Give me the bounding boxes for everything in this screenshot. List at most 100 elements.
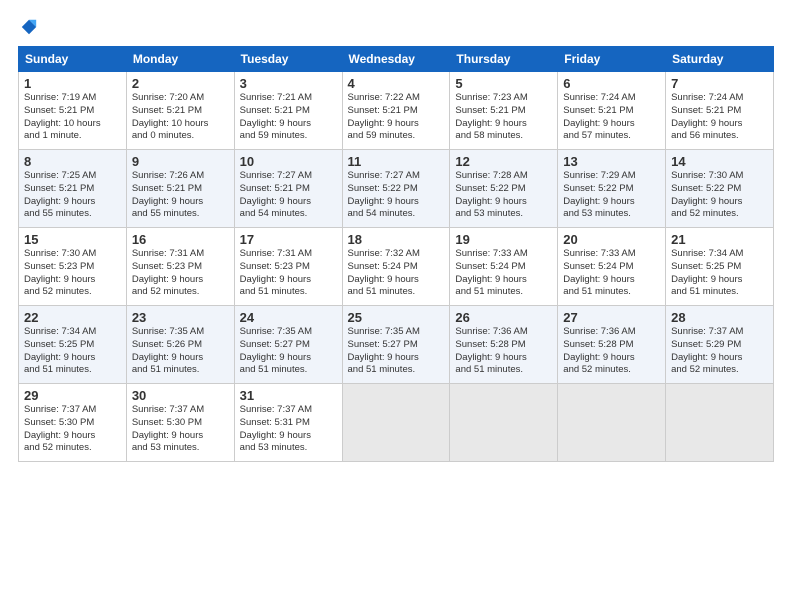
- day-info: Sunrise: 7:27 AM Sunset: 5:21 PM Dayligh…: [240, 170, 337, 221]
- day-number: 4: [348, 76, 445, 91]
- calendar-cell: 18Sunrise: 7:32 AM Sunset: 5:24 PM Dayli…: [342, 228, 450, 306]
- calendar-cell: [558, 384, 666, 462]
- calendar-cell: 20Sunrise: 7:33 AM Sunset: 5:24 PM Dayli…: [558, 228, 666, 306]
- day-number: 20: [563, 232, 660, 247]
- calendar-cell: 13Sunrise: 7:29 AM Sunset: 5:22 PM Dayli…: [558, 150, 666, 228]
- calendar-week-2: 8Sunrise: 7:25 AM Sunset: 5:21 PM Daylig…: [19, 150, 774, 228]
- day-info: Sunrise: 7:27 AM Sunset: 5:22 PM Dayligh…: [348, 170, 445, 221]
- day-info: Sunrise: 7:37 AM Sunset: 5:30 PM Dayligh…: [24, 404, 121, 455]
- day-number: 29: [24, 388, 121, 403]
- day-number: 30: [132, 388, 229, 403]
- day-info: Sunrise: 7:24 AM Sunset: 5:21 PM Dayligh…: [671, 92, 768, 143]
- day-info: Sunrise: 7:37 AM Sunset: 5:30 PM Dayligh…: [132, 404, 229, 455]
- calendar-cell: 2Sunrise: 7:20 AM Sunset: 5:21 PM Daylig…: [126, 72, 234, 150]
- calendar-cell: 3Sunrise: 7:21 AM Sunset: 5:21 PM Daylig…: [234, 72, 342, 150]
- calendar-cell: 8Sunrise: 7:25 AM Sunset: 5:21 PM Daylig…: [19, 150, 127, 228]
- day-number: 19: [455, 232, 552, 247]
- calendar-cell: [342, 384, 450, 462]
- day-number: 2: [132, 76, 229, 91]
- day-number: 25: [348, 310, 445, 325]
- calendar-cell: 27Sunrise: 7:36 AM Sunset: 5:28 PM Dayli…: [558, 306, 666, 384]
- day-number: 6: [563, 76, 660, 91]
- day-info: Sunrise: 7:25 AM Sunset: 5:21 PM Dayligh…: [24, 170, 121, 221]
- day-info: Sunrise: 7:23 AM Sunset: 5:21 PM Dayligh…: [455, 92, 552, 143]
- day-info: Sunrise: 7:31 AM Sunset: 5:23 PM Dayligh…: [240, 248, 337, 299]
- day-info: Sunrise: 7:26 AM Sunset: 5:21 PM Dayligh…: [132, 170, 229, 221]
- day-info: Sunrise: 7:34 AM Sunset: 5:25 PM Dayligh…: [671, 248, 768, 299]
- calendar-cell: 5Sunrise: 7:23 AM Sunset: 5:21 PM Daylig…: [450, 72, 558, 150]
- calendar-cell: 29Sunrise: 7:37 AM Sunset: 5:30 PM Dayli…: [19, 384, 127, 462]
- day-info: Sunrise: 7:30 AM Sunset: 5:22 PM Dayligh…: [671, 170, 768, 221]
- calendar-cell: 9Sunrise: 7:26 AM Sunset: 5:21 PM Daylig…: [126, 150, 234, 228]
- day-number: 7: [671, 76, 768, 91]
- day-number: 9: [132, 154, 229, 169]
- day-info: Sunrise: 7:20 AM Sunset: 5:21 PM Dayligh…: [132, 92, 229, 143]
- calendar-week-4: 22Sunrise: 7:34 AM Sunset: 5:25 PM Dayli…: [19, 306, 774, 384]
- calendar-cell: 22Sunrise: 7:34 AM Sunset: 5:25 PM Dayli…: [19, 306, 127, 384]
- day-number: 16: [132, 232, 229, 247]
- day-number: 26: [455, 310, 552, 325]
- day-number: 17: [240, 232, 337, 247]
- column-header-friday: Friday: [558, 47, 666, 72]
- day-info: Sunrise: 7:36 AM Sunset: 5:28 PM Dayligh…: [455, 326, 552, 377]
- day-number: 8: [24, 154, 121, 169]
- column-header-wednesday: Wednesday: [342, 47, 450, 72]
- calendar-cell: 25Sunrise: 7:35 AM Sunset: 5:27 PM Dayli…: [342, 306, 450, 384]
- column-header-thursday: Thursday: [450, 47, 558, 72]
- day-info: Sunrise: 7:37 AM Sunset: 5:29 PM Dayligh…: [671, 326, 768, 377]
- calendar-week-1: 1Sunrise: 7:19 AM Sunset: 5:21 PM Daylig…: [19, 72, 774, 150]
- calendar-cell: 12Sunrise: 7:28 AM Sunset: 5:22 PM Dayli…: [450, 150, 558, 228]
- column-header-tuesday: Tuesday: [234, 47, 342, 72]
- page: SundayMondayTuesdayWednesdayThursdayFrid…: [0, 0, 792, 472]
- day-number: 27: [563, 310, 660, 325]
- day-info: Sunrise: 7:35 AM Sunset: 5:27 PM Dayligh…: [240, 326, 337, 377]
- day-info: Sunrise: 7:33 AM Sunset: 5:24 PM Dayligh…: [563, 248, 660, 299]
- day-info: Sunrise: 7:19 AM Sunset: 5:21 PM Dayligh…: [24, 92, 121, 143]
- day-number: 1: [24, 76, 121, 91]
- calendar-cell: 26Sunrise: 7:36 AM Sunset: 5:28 PM Dayli…: [450, 306, 558, 384]
- day-number: 10: [240, 154, 337, 169]
- day-number: 14: [671, 154, 768, 169]
- day-info: Sunrise: 7:21 AM Sunset: 5:21 PM Dayligh…: [240, 92, 337, 143]
- calendar-cell: 31Sunrise: 7:37 AM Sunset: 5:31 PM Dayli…: [234, 384, 342, 462]
- day-number: 28: [671, 310, 768, 325]
- calendar-cell: 11Sunrise: 7:27 AM Sunset: 5:22 PM Dayli…: [342, 150, 450, 228]
- calendar-header-row: SundayMondayTuesdayWednesdayThursdayFrid…: [19, 47, 774, 72]
- calendar-cell: 19Sunrise: 7:33 AM Sunset: 5:24 PM Dayli…: [450, 228, 558, 306]
- day-info: Sunrise: 7:24 AM Sunset: 5:21 PM Dayligh…: [563, 92, 660, 143]
- calendar-cell: 28Sunrise: 7:37 AM Sunset: 5:29 PM Dayli…: [666, 306, 774, 384]
- day-number: 24: [240, 310, 337, 325]
- day-number: 12: [455, 154, 552, 169]
- column-header-sunday: Sunday: [19, 47, 127, 72]
- calendar-cell: [666, 384, 774, 462]
- calendar-cell: 16Sunrise: 7:31 AM Sunset: 5:23 PM Dayli…: [126, 228, 234, 306]
- day-info: Sunrise: 7:28 AM Sunset: 5:22 PM Dayligh…: [455, 170, 552, 221]
- calendar-cell: 14Sunrise: 7:30 AM Sunset: 5:22 PM Dayli…: [666, 150, 774, 228]
- day-info: Sunrise: 7:36 AM Sunset: 5:28 PM Dayligh…: [563, 326, 660, 377]
- day-number: 31: [240, 388, 337, 403]
- calendar-cell: 17Sunrise: 7:31 AM Sunset: 5:23 PM Dayli…: [234, 228, 342, 306]
- calendar-week-5: 29Sunrise: 7:37 AM Sunset: 5:30 PM Dayli…: [19, 384, 774, 462]
- day-info: Sunrise: 7:35 AM Sunset: 5:26 PM Dayligh…: [132, 326, 229, 377]
- day-info: Sunrise: 7:22 AM Sunset: 5:21 PM Dayligh…: [348, 92, 445, 143]
- column-header-monday: Monday: [126, 47, 234, 72]
- day-info: Sunrise: 7:29 AM Sunset: 5:22 PM Dayligh…: [563, 170, 660, 221]
- calendar-week-3: 15Sunrise: 7:30 AM Sunset: 5:23 PM Dayli…: [19, 228, 774, 306]
- calendar-cell: 21Sunrise: 7:34 AM Sunset: 5:25 PM Dayli…: [666, 228, 774, 306]
- day-number: 23: [132, 310, 229, 325]
- calendar-cell: 15Sunrise: 7:30 AM Sunset: 5:23 PM Dayli…: [19, 228, 127, 306]
- day-number: 13: [563, 154, 660, 169]
- day-number: 22: [24, 310, 121, 325]
- calendar-cell: 6Sunrise: 7:24 AM Sunset: 5:21 PM Daylig…: [558, 72, 666, 150]
- logo: [18, 18, 38, 36]
- calendar-cell: 1Sunrise: 7:19 AM Sunset: 5:21 PM Daylig…: [19, 72, 127, 150]
- calendar-body: 1Sunrise: 7:19 AM Sunset: 5:21 PM Daylig…: [19, 72, 774, 462]
- logo-icon: [20, 18, 38, 36]
- calendar-cell: 24Sunrise: 7:35 AM Sunset: 5:27 PM Dayli…: [234, 306, 342, 384]
- day-number: 18: [348, 232, 445, 247]
- calendar-cell: 30Sunrise: 7:37 AM Sunset: 5:30 PM Dayli…: [126, 384, 234, 462]
- calendar-cell: [450, 384, 558, 462]
- day-number: 3: [240, 76, 337, 91]
- day-info: Sunrise: 7:37 AM Sunset: 5:31 PM Dayligh…: [240, 404, 337, 455]
- day-info: Sunrise: 7:30 AM Sunset: 5:23 PM Dayligh…: [24, 248, 121, 299]
